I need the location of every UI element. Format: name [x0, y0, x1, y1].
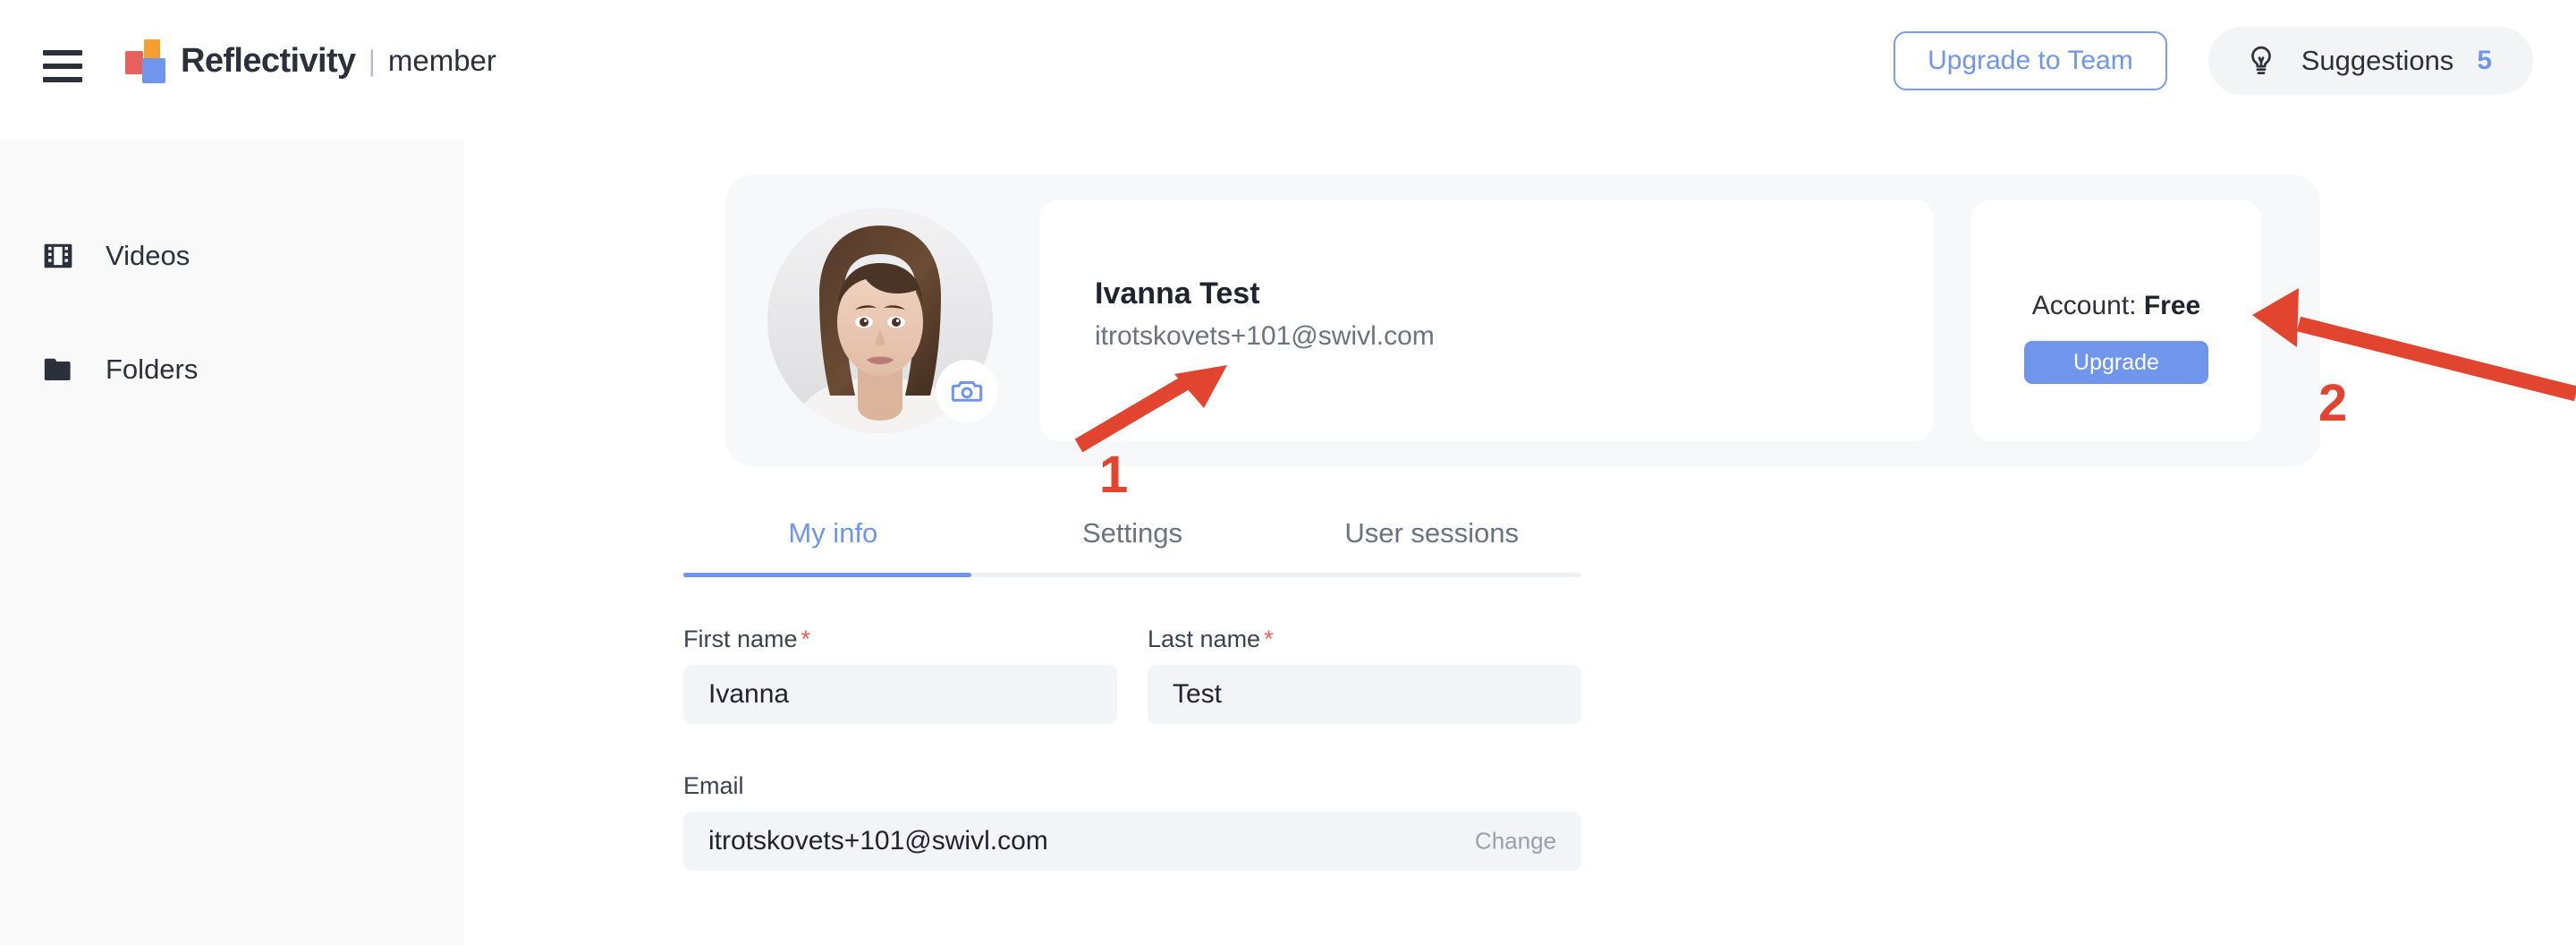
profile-email: itrotskovets+101@swivl.com	[1095, 321, 1435, 352]
brand-role: member	[388, 39, 496, 82]
hamburger-bar	[43, 50, 82, 55]
first-name-field: First name* Ivanna	[683, 626, 1117, 724]
sidebar-item-label: Videos	[106, 240, 190, 272]
account-card: Account: Free Upgrade	[1971, 200, 2261, 441]
last-name-value: Test	[1173, 679, 1222, 710]
hamburger-menu-icon[interactable]	[43, 50, 82, 82]
email-value: itrotskovets+101@swivl.com	[708, 826, 1048, 856]
brand-name: Reflectivity	[181, 39, 356, 82]
suggestions-button[interactable]: Suggestions 5	[2208, 27, 2533, 95]
profile-name: Ivanna Test	[1095, 277, 1260, 311]
active-tab-underline	[683, 573, 971, 577]
first-name-label: First name*	[683, 626, 1117, 653]
first-name-input[interactable]: Ivanna	[683, 665, 1117, 724]
brand-separator: |	[369, 39, 376, 82]
required-marker: *	[1264, 626, 1274, 652]
header-actions: Upgrade to Team Suggestions 5	[1894, 27, 2533, 95]
last-name-field: Last name* Test	[1148, 626, 1581, 724]
avatar-container	[767, 208, 993, 433]
camera-icon	[950, 374, 984, 408]
last-name-input[interactable]: Test	[1148, 665, 1581, 724]
email-input[interactable]: itrotskovets+101@swivl.com Change	[683, 812, 1581, 871]
profile-tabs: My info Settings User sessions	[683, 507, 1581, 577]
tab-settings[interactable]: Settings	[983, 517, 1283, 573]
change-avatar-button[interactable]	[936, 360, 998, 422]
first-name-label-text: First name	[683, 626, 798, 652]
upgrade-to-team-button[interactable]: Upgrade to Team	[1894, 31, 2167, 90]
account-plan-label: Account: Free	[1971, 291, 2261, 321]
suggestions-count-badge: 5	[2477, 46, 2492, 76]
lightbulb-icon	[2244, 44, 2278, 78]
upgrade-button[interactable]: Upgrade	[2024, 341, 2208, 384]
hamburger-bar	[43, 64, 82, 69]
tab-user-sessions[interactable]: User sessions	[1282, 517, 1581, 573]
app-header: Reflectivity | member Upgrade to Team Su…	[0, 0, 2576, 140]
tabs-row: My info Settings User sessions	[683, 507, 1581, 573]
identity-card: Ivanna Test itrotskovets+101@swivl.com	[1039, 200, 1934, 441]
email-field: Email itrotskovets+101@swivl.com Change	[683, 772, 1581, 871]
brand-logo[interactable]: Reflectivity | member	[125, 39, 496, 82]
sidebar: Videos Folders	[0, 140, 464, 945]
hamburger-bar	[43, 77, 82, 82]
my-info-form: First name* Ivanna Last name* Test E	[683, 626, 1581, 871]
profile-header-panel: Ivanna Test itrotskovets+101@swivl.com A…	[725, 175, 2320, 466]
film-icon	[41, 239, 75, 273]
reflectivity-logo-icon	[125, 39, 168, 82]
tabs-divider	[683, 573, 1581, 577]
sidebar-item-videos[interactable]: Videos	[0, 227, 464, 285]
account-plan-value: Free	[2144, 291, 2200, 320]
logo-square-red	[125, 51, 143, 74]
last-name-label-text: Last name	[1148, 626, 1260, 652]
sidebar-item-label: Folders	[106, 353, 198, 386]
app-root: Reflectivity | member Upgrade to Team Su…	[0, 0, 2576, 945]
required-marker: *	[801, 626, 811, 652]
first-name-value: Ivanna	[708, 679, 789, 710]
change-email-link[interactable]: Change	[1475, 828, 1556, 856]
sidebar-item-folders[interactable]: Folders	[0, 341, 464, 398]
tab-my-info[interactable]: My info	[683, 517, 983, 573]
main-content: Ivanna Test itrotskovets+101@swivl.com A…	[464, 140, 2576, 945]
email-label: Email	[683, 772, 1581, 800]
logo-square-blue	[142, 58, 165, 83]
name-row: First name* Ivanna Last name* Test	[683, 626, 1581, 724]
folder-icon	[41, 353, 75, 387]
account-prefix: Account:	[2032, 291, 2137, 320]
last-name-label: Last name*	[1148, 626, 1581, 653]
suggestions-label: Suggestions	[2301, 45, 2454, 77]
